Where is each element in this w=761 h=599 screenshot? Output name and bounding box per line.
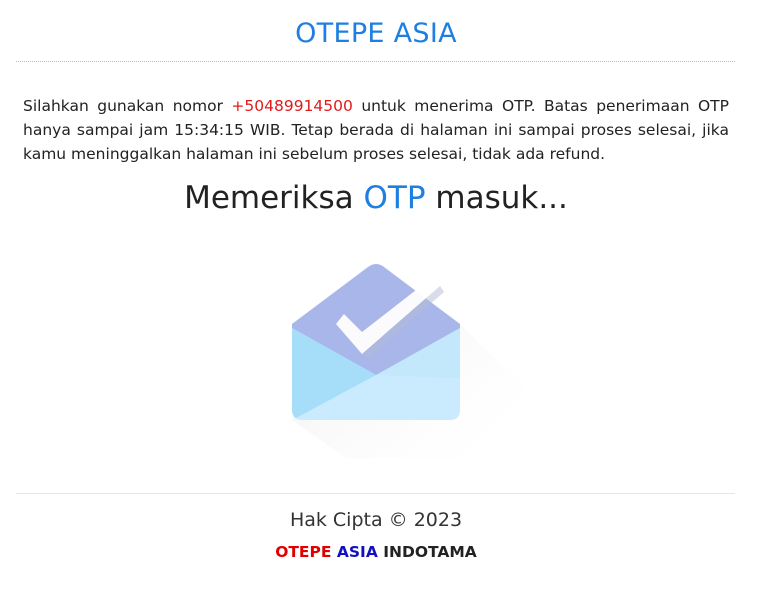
header-divider	[16, 61, 735, 62]
company-name-part3: INDOTAMA	[383, 543, 477, 561]
envelope-check-icon	[292, 263, 526, 458]
status-text-before: Memeriksa	[184, 180, 364, 216]
phone-number: +50489914500	[231, 97, 353, 115]
company-name-part1: OTEPE	[275, 543, 332, 561]
status-heading: Memeriksa OTP masuk...	[0, 180, 752, 216]
company-name: OTEPE ASIA INDOTAMA	[0, 543, 752, 561]
site-title[interactable]: OTEPE ASIA	[0, 18, 752, 49]
notice-prefix: Silahkan gunakan nomor	[23, 97, 232, 115]
status-text-after: masuk...	[425, 180, 568, 216]
footer-divider	[16, 493, 735, 494]
otp-instructions: Silahkan gunakan nomor +50489914500 untu…	[23, 94, 729, 166]
company-name-part2: ASIA	[336, 543, 378, 561]
status-text-accent: OTP	[363, 180, 426, 216]
otp-page: OTEPE ASIA Silahkan gunakan nomor +50489…	[0, 0, 761, 599]
copyright-text: Hak Cipta © 2023	[289, 509, 463, 531]
